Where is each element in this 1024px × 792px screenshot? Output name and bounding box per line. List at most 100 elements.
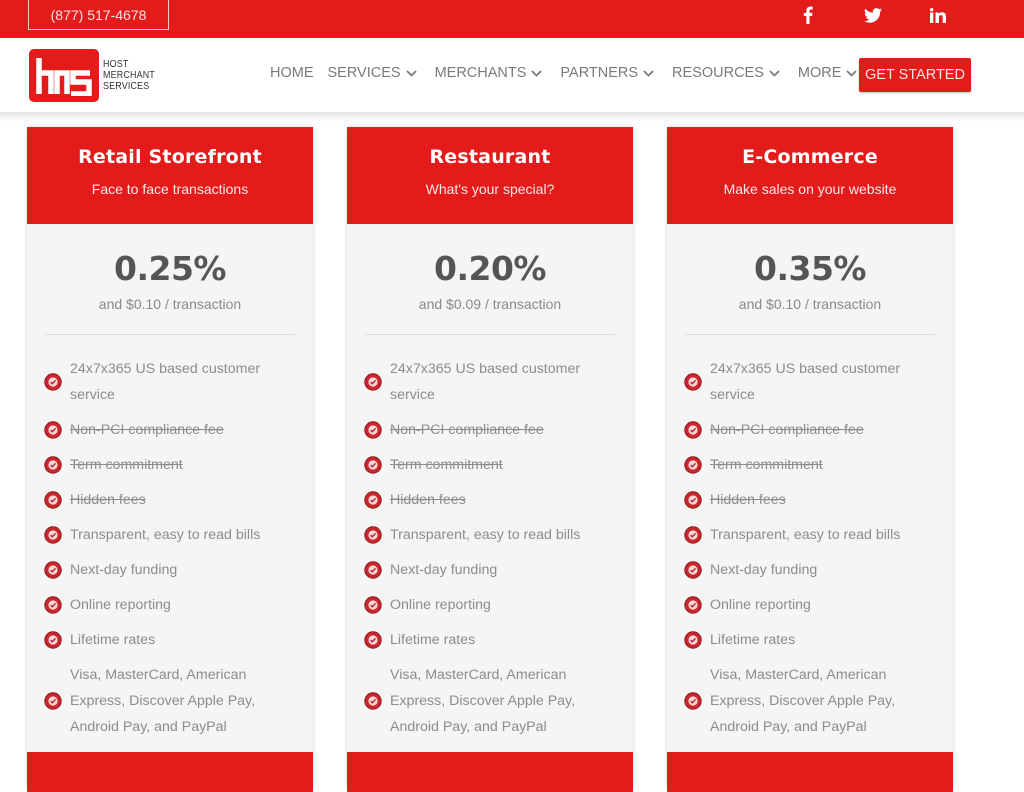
twitter-icon [864, 8, 882, 23]
check-circle-icon [44, 526, 62, 544]
phone-link[interactable]: (877) 517-4678 [28, 0, 169, 30]
feature-text: Hidden fees [390, 492, 466, 508]
feature-text: Term commitment [710, 457, 823, 473]
plan-cta-button[interactable] [27, 752, 313, 792]
nav-resources[interactable]: RESOURCES [672, 65, 780, 81]
feature-text: Non-PCI compliance fee [70, 422, 224, 438]
feature-text: Visa, MasterCard, American Express, Disc… [710, 667, 896, 735]
feature-item: Transparent, easy to read bills [44, 522, 299, 548]
divider [365, 334, 615, 335]
feature-text: Transparent, easy to read bills [70, 527, 261, 543]
feature-item: 24x7x365 US based customer service [44, 356, 299, 408]
check-circle-icon [44, 692, 62, 710]
nav-more[interactable]: MORE [798, 65, 858, 81]
plan-subtitle: Make sales on your website [723, 181, 897, 197]
check-circle-icon [684, 373, 702, 391]
feature-text: Transparent, easy to read bills [710, 527, 901, 543]
plan-per-transaction: and $0.10 / transaction [738, 296, 882, 312]
check-circle-icon [684, 421, 702, 439]
nav-partners[interactable]: PARTNERS [560, 65, 654, 81]
plan-per-transaction: and $0.09 / transaction [418, 296, 562, 312]
nav-services[interactable]: SERVICES [328, 65, 417, 81]
feature-text: Lifetime rates [70, 632, 156, 648]
plan-title: Restaurant [429, 146, 551, 168]
card-header: Retail Storefront Face to face transacti… [27, 127, 313, 224]
nav-partners-label: PARTNERS [560, 65, 639, 81]
check-circle-icon [364, 631, 382, 649]
feature-item: Online reporting [364, 592, 619, 618]
check-circle-icon [684, 491, 702, 509]
chevron-down-icon [846, 65, 858, 81]
check-circle-icon [364, 561, 382, 579]
chevron-down-icon [769, 65, 780, 81]
twitter-link[interactable] [864, 8, 882, 23]
check-circle-icon [364, 421, 382, 439]
plan-subtitle: Face to face transactions [91, 181, 249, 197]
chevron-down-icon [405, 65, 417, 81]
check-circle-icon [364, 596, 382, 614]
nav-resources-label: RESOURCES [672, 65, 764, 81]
logo[interactable]: HOST MERCHANT SERVICES [29, 49, 164, 102]
nav-more-label: MORE [797, 65, 842, 81]
check-circle-icon [364, 692, 382, 710]
feature-item: Hidden fees [44, 487, 299, 513]
feature-item: Visa, MasterCard, American Express, Disc… [364, 662, 619, 740]
hms-logo-icon [29, 49, 99, 102]
feature-item: Term commitment [684, 452, 939, 478]
card-header: Restaurant What's your special? [347, 127, 633, 224]
feature-item: Lifetime rates [44, 627, 299, 653]
feature-item: Hidden fees [684, 487, 939, 513]
feature-item: Lifetime rates [684, 627, 939, 653]
facebook-link[interactable] [803, 6, 813, 24]
feature-text: Lifetime rates [710, 632, 796, 648]
nav-home[interactable]: HOME [270, 65, 314, 81]
get-started-button[interactable]: GET STARTED [859, 58, 971, 92]
linkedin-link[interactable] [930, 8, 946, 23]
plan-rate: 0.25% [114, 249, 227, 288]
feature-item: 24x7x365 US based customer service [364, 356, 619, 408]
feature-text: Term commitment [70, 457, 183, 473]
feature-text: Next-day funding [390, 562, 498, 578]
divider [45, 334, 295, 335]
feature-item: Online reporting [684, 592, 939, 618]
feature-item: Online reporting [44, 592, 299, 618]
pricing-card-e-commerce: E-Commerce Make sales on your website 0.… [667, 127, 953, 792]
chevron-down-icon [643, 65, 654, 81]
feature-item: Non-PCI compliance fee [44, 417, 299, 443]
feature-item: Term commitment [364, 452, 619, 478]
feature-item: Next-day funding [684, 557, 939, 583]
check-circle-icon [364, 491, 382, 509]
plan-cta-button[interactable] [347, 752, 633, 792]
nav-merchants-label: MERCHANTS [434, 65, 527, 81]
main-nav: HOME SERVICES MERCHANTS PARTNERS RESOURC… [270, 65, 871, 81]
feature-item: Next-day funding [44, 557, 299, 583]
feature-text: Non-PCI compliance fee [390, 422, 544, 438]
feature-text: Online reporting [70, 597, 171, 613]
feature-item: Visa, MasterCard, American Express, Disc… [684, 662, 939, 740]
linkedin-icon [930, 8, 946, 23]
feature-text: 24x7x365 US based customer service [70, 361, 261, 403]
pricing-card-retail-storefront: Retail Storefront Face to face transacti… [27, 127, 313, 792]
feature-list: 24x7x365 US based customer service Non-P… [347, 356, 633, 740]
nav-merchants[interactable]: MERCHANTS [435, 65, 543, 81]
feature-text: Visa, MasterCard, American Express, Disc… [70, 667, 256, 735]
check-circle-icon [44, 491, 62, 509]
check-circle-icon [364, 373, 382, 391]
check-circle-icon [44, 631, 62, 649]
feature-item: Transparent, easy to read bills [684, 522, 939, 548]
check-circle-icon [684, 526, 702, 544]
check-circle-icon [44, 456, 62, 474]
card-header: E-Commerce Make sales on your website [667, 127, 953, 224]
feature-text: Term commitment [390, 457, 503, 473]
feature-text: Transparent, easy to read bills [390, 527, 581, 543]
plan-subtitle: What's your special? [425, 181, 555, 197]
check-circle-icon [44, 373, 62, 391]
feature-item: Non-PCI compliance fee [684, 417, 939, 443]
feature-item: Lifetime rates [364, 627, 619, 653]
feature-text: Non-PCI compliance fee [710, 422, 864, 438]
plan-cta-button[interactable] [667, 752, 953, 792]
feature-item: Hidden fees [364, 487, 619, 513]
site-header: HOST MERCHANT SERVICES HOME SERVICES MER… [0, 38, 1024, 112]
plan-rate: 0.20% [434, 249, 547, 288]
feature-text: Online reporting [710, 597, 811, 613]
